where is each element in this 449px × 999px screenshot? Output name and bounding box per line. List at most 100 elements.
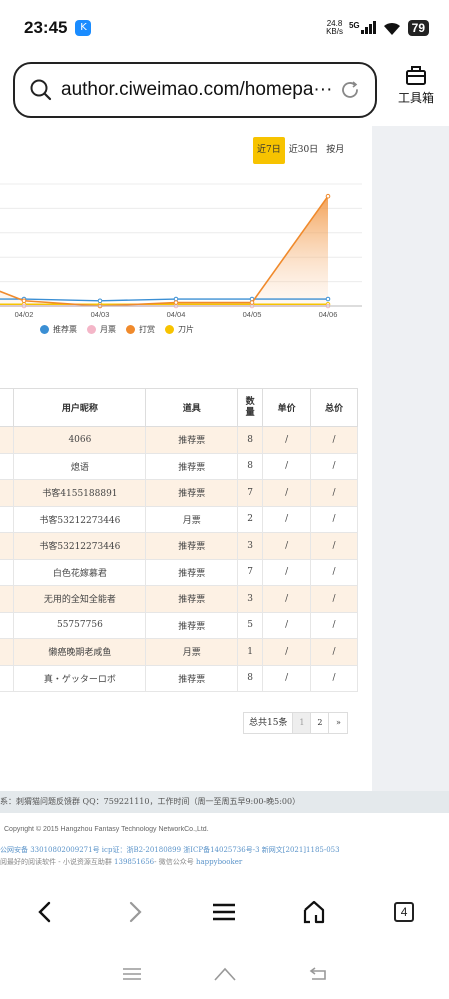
table-cell: 推荐票 (145, 479, 239, 507)
legend-dot-icon (40, 325, 49, 334)
table-row: 55757756 推荐票 5// (0, 612, 358, 639)
forward-button[interactable] (115, 892, 155, 932)
next-page-button[interactable]: » (329, 713, 347, 733)
toolbox-button[interactable]: 工具箱 (388, 64, 444, 116)
table-cell: / (262, 585, 312, 613)
tab-monthly[interactable]: 按月 (322, 137, 348, 164)
table-row: 书客53212273446 月票 2// (0, 506, 358, 533)
toolbox-label: 工具箱 (397, 91, 434, 105)
table-cell: / (262, 453, 312, 480)
legend-item[interactable]: 刀片 (165, 324, 194, 335)
footer-ad-text: 阅最好的阅读软件 - 小说资源互助群 139851656- 微信公众号 happ… (0, 858, 243, 866)
page-button[interactable]: 1 (293, 713, 312, 733)
x-tick-label: 04/06 (319, 310, 338, 319)
table-cell: / (310, 453, 358, 480)
line-chart: 04/02 04/03 04/04 04/05 04/06 (0, 183, 362, 319)
table-header-cell: 道具 (145, 388, 239, 427)
data-point (325, 296, 331, 302)
table-row: 书客4155188891 推荐票 7// (0, 479, 358, 507)
table-cell: / (262, 559, 312, 586)
menu-button[interactable] (204, 892, 244, 932)
table-cell: 书客4155188891 (13, 479, 147, 507)
table-cell: 8 (237, 665, 264, 692)
app-notification-icon: K (75, 19, 92, 36)
table-cell: 熄语 (13, 453, 147, 480)
table-cell (0, 453, 15, 480)
x-tick-label: 04/04 (167, 310, 186, 319)
legend-dot-icon (87, 325, 96, 334)
table-cell: 8 (237, 453, 264, 480)
table-cell: 推荐票 (145, 559, 239, 586)
table-cell: 推荐票 (145, 612, 239, 639)
page-button[interactable]: 2 (311, 713, 330, 733)
x-tick-label: 04/02 (15, 310, 34, 319)
chevron-left-icon (38, 901, 51, 923)
home-button[interactable] (294, 892, 334, 932)
table-cell: 白色花嫁慕君 (13, 559, 147, 586)
table-header-row: 用户昵称 道具 数量 单价 总价 (0, 388, 358, 427)
table-cell (0, 506, 15, 533)
table-cell: / (262, 665, 312, 692)
table-header-cell: 数量 (237, 388, 264, 427)
table-cell: / (310, 665, 358, 692)
table-row: 熄语 推荐票 8// (0, 453, 358, 480)
table-row: 懒癌晚期老咸鱼 月票 1// (0, 638, 358, 666)
table-cell (0, 426, 15, 454)
system-home-icon[interactable] (213, 967, 236, 981)
table-cell: / (310, 426, 358, 454)
browser-toolbar: 4 (0, 886, 449, 938)
status-bar: 23:45 K 24.8 KB/s 5G 79 (0, 0, 449, 55)
table-cell: 3 (237, 532, 264, 560)
table-row: 4066 推荐票 8// (0, 426, 358, 454)
page-footer: Copyright © 2015 Hangzhou Fantasy Techno… (0, 826, 449, 867)
data-point (21, 298, 27, 304)
table-cell: 懒癌晚期老咸鱼 (13, 638, 147, 666)
tabs-button[interactable]: 4 (384, 892, 424, 932)
back-button[interactable] (25, 892, 65, 932)
table-cell: 3 (237, 585, 264, 613)
table-cell: 真・ゲッターロボ (13, 665, 147, 692)
table-cell: 月票 (145, 638, 239, 666)
legend-item[interactable]: 月票 (87, 324, 116, 335)
table-cell (0, 479, 15, 507)
reload-icon[interactable] (339, 79, 361, 101)
tab-count: 4 (394, 902, 415, 922)
x-tick-label: 04/05 (243, 310, 262, 319)
table-cell: / (310, 506, 358, 533)
table-cell: 推荐票 (145, 426, 239, 454)
table-row: 白色花嫁慕君 推荐票 7// (0, 559, 358, 586)
system-back-icon[interactable] (308, 966, 328, 981)
license-links[interactable]: 公网安备 33010802009271号 icp证：浙B2-20180899 浙… (0, 845, 449, 855)
table-cell: 推荐票 (145, 665, 239, 692)
table-cell: 书客53212273446 (13, 506, 147, 533)
legend-item[interactable]: 打赏 (126, 324, 155, 335)
table-cell: 无用的全知全能者 (13, 585, 147, 613)
tab-7-days[interactable]: 近7日 (253, 137, 285, 164)
search-icon (30, 79, 52, 101)
page-side-panel (372, 126, 449, 791)
tab-30-days[interactable]: 近30日 (285, 137, 322, 164)
table-cell (0, 532, 15, 560)
table-cell (0, 585, 15, 613)
table-cell: / (310, 532, 358, 560)
web-page: 近7日 近30日 按月 04/02 04/03 04/04 04/05 04/06 推荐… (0, 126, 449, 886)
table-cell: 4066 (13, 426, 147, 454)
table-row: 真・ゲッターロボ 推荐票 8// (0, 665, 358, 692)
table-cell (0, 612, 15, 639)
table-cell: 2 (237, 506, 264, 533)
chevron-right-icon (129, 901, 142, 923)
table-cell: / (262, 532, 312, 560)
table-cell (0, 638, 15, 666)
address-bar[interactable]: author.ciweimao.com/homepa··· (13, 62, 377, 118)
menu-icon (213, 903, 236, 921)
table-header-cell: 单价 (262, 388, 312, 427)
url-text[interactable]: author.ciweimao.com/homepa··· (61, 79, 339, 101)
wifi-icon (383, 22, 400, 35)
legend-item[interactable]: 推荐票 (40, 324, 77, 335)
table-cell: / (262, 426, 312, 454)
table-cell: / (310, 559, 358, 586)
table-cell: / (262, 506, 312, 533)
recent-apps-icon[interactable] (122, 967, 142, 981)
table-cell: 推荐票 (145, 453, 239, 480)
table-row: 书客53212273446 推荐票 3// (0, 532, 358, 560)
